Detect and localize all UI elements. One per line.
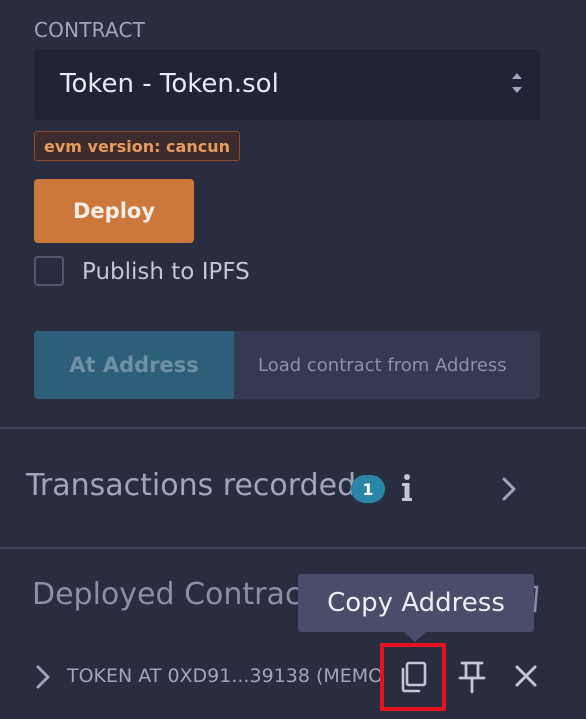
chevron-right-icon[interactable] <box>35 664 51 690</box>
close-icon[interactable] <box>514 664 538 688</box>
transactions-count-badge: 1 <box>351 475 385 503</box>
copy-address-button[interactable] <box>380 643 446 711</box>
copy-icon <box>401 661 427 693</box>
pin-icon[interactable] <box>458 660 486 694</box>
deployed-contracts-title: Deployed Contracts <box>32 577 329 612</box>
publish-ipfs-checkbox[interactable] <box>34 256 64 286</box>
section-divider <box>0 427 586 429</box>
contract-select-value: Token - Token.sol <box>60 69 279 99</box>
up-down-chevrons-icon <box>512 73 522 93</box>
copy-address-tooltip: Copy Address <box>298 574 534 632</box>
info-icon[interactable] <box>396 470 418 504</box>
publish-ipfs-label[interactable]: Publish to IPFS <box>82 259 250 285</box>
evm-version-badge: evm version: cancun <box>34 131 240 161</box>
contract-section-label: CONTRACT <box>34 18 146 42</box>
tooltip-arrow <box>403 631 427 642</box>
at-address-button[interactable]: At Address <box>34 331 234 399</box>
section-divider <box>0 547 586 549</box>
deployed-instance-label[interactable]: TOKEN AT 0XD91...39138 (MEMORY) <box>67 665 381 687</box>
at-address-group: At Address Load contract from Address <box>34 331 540 399</box>
deploy-button[interactable]: Deploy <box>34 179 194 243</box>
load-contract-address-input[interactable]: Load contract from Address <box>234 331 540 399</box>
contract-select[interactable]: Token - Token.sol <box>34 49 540 120</box>
transactions-recorded-title[interactable]: Transactions recorded <box>26 468 356 503</box>
chevron-right-icon[interactable] <box>498 476 520 502</box>
